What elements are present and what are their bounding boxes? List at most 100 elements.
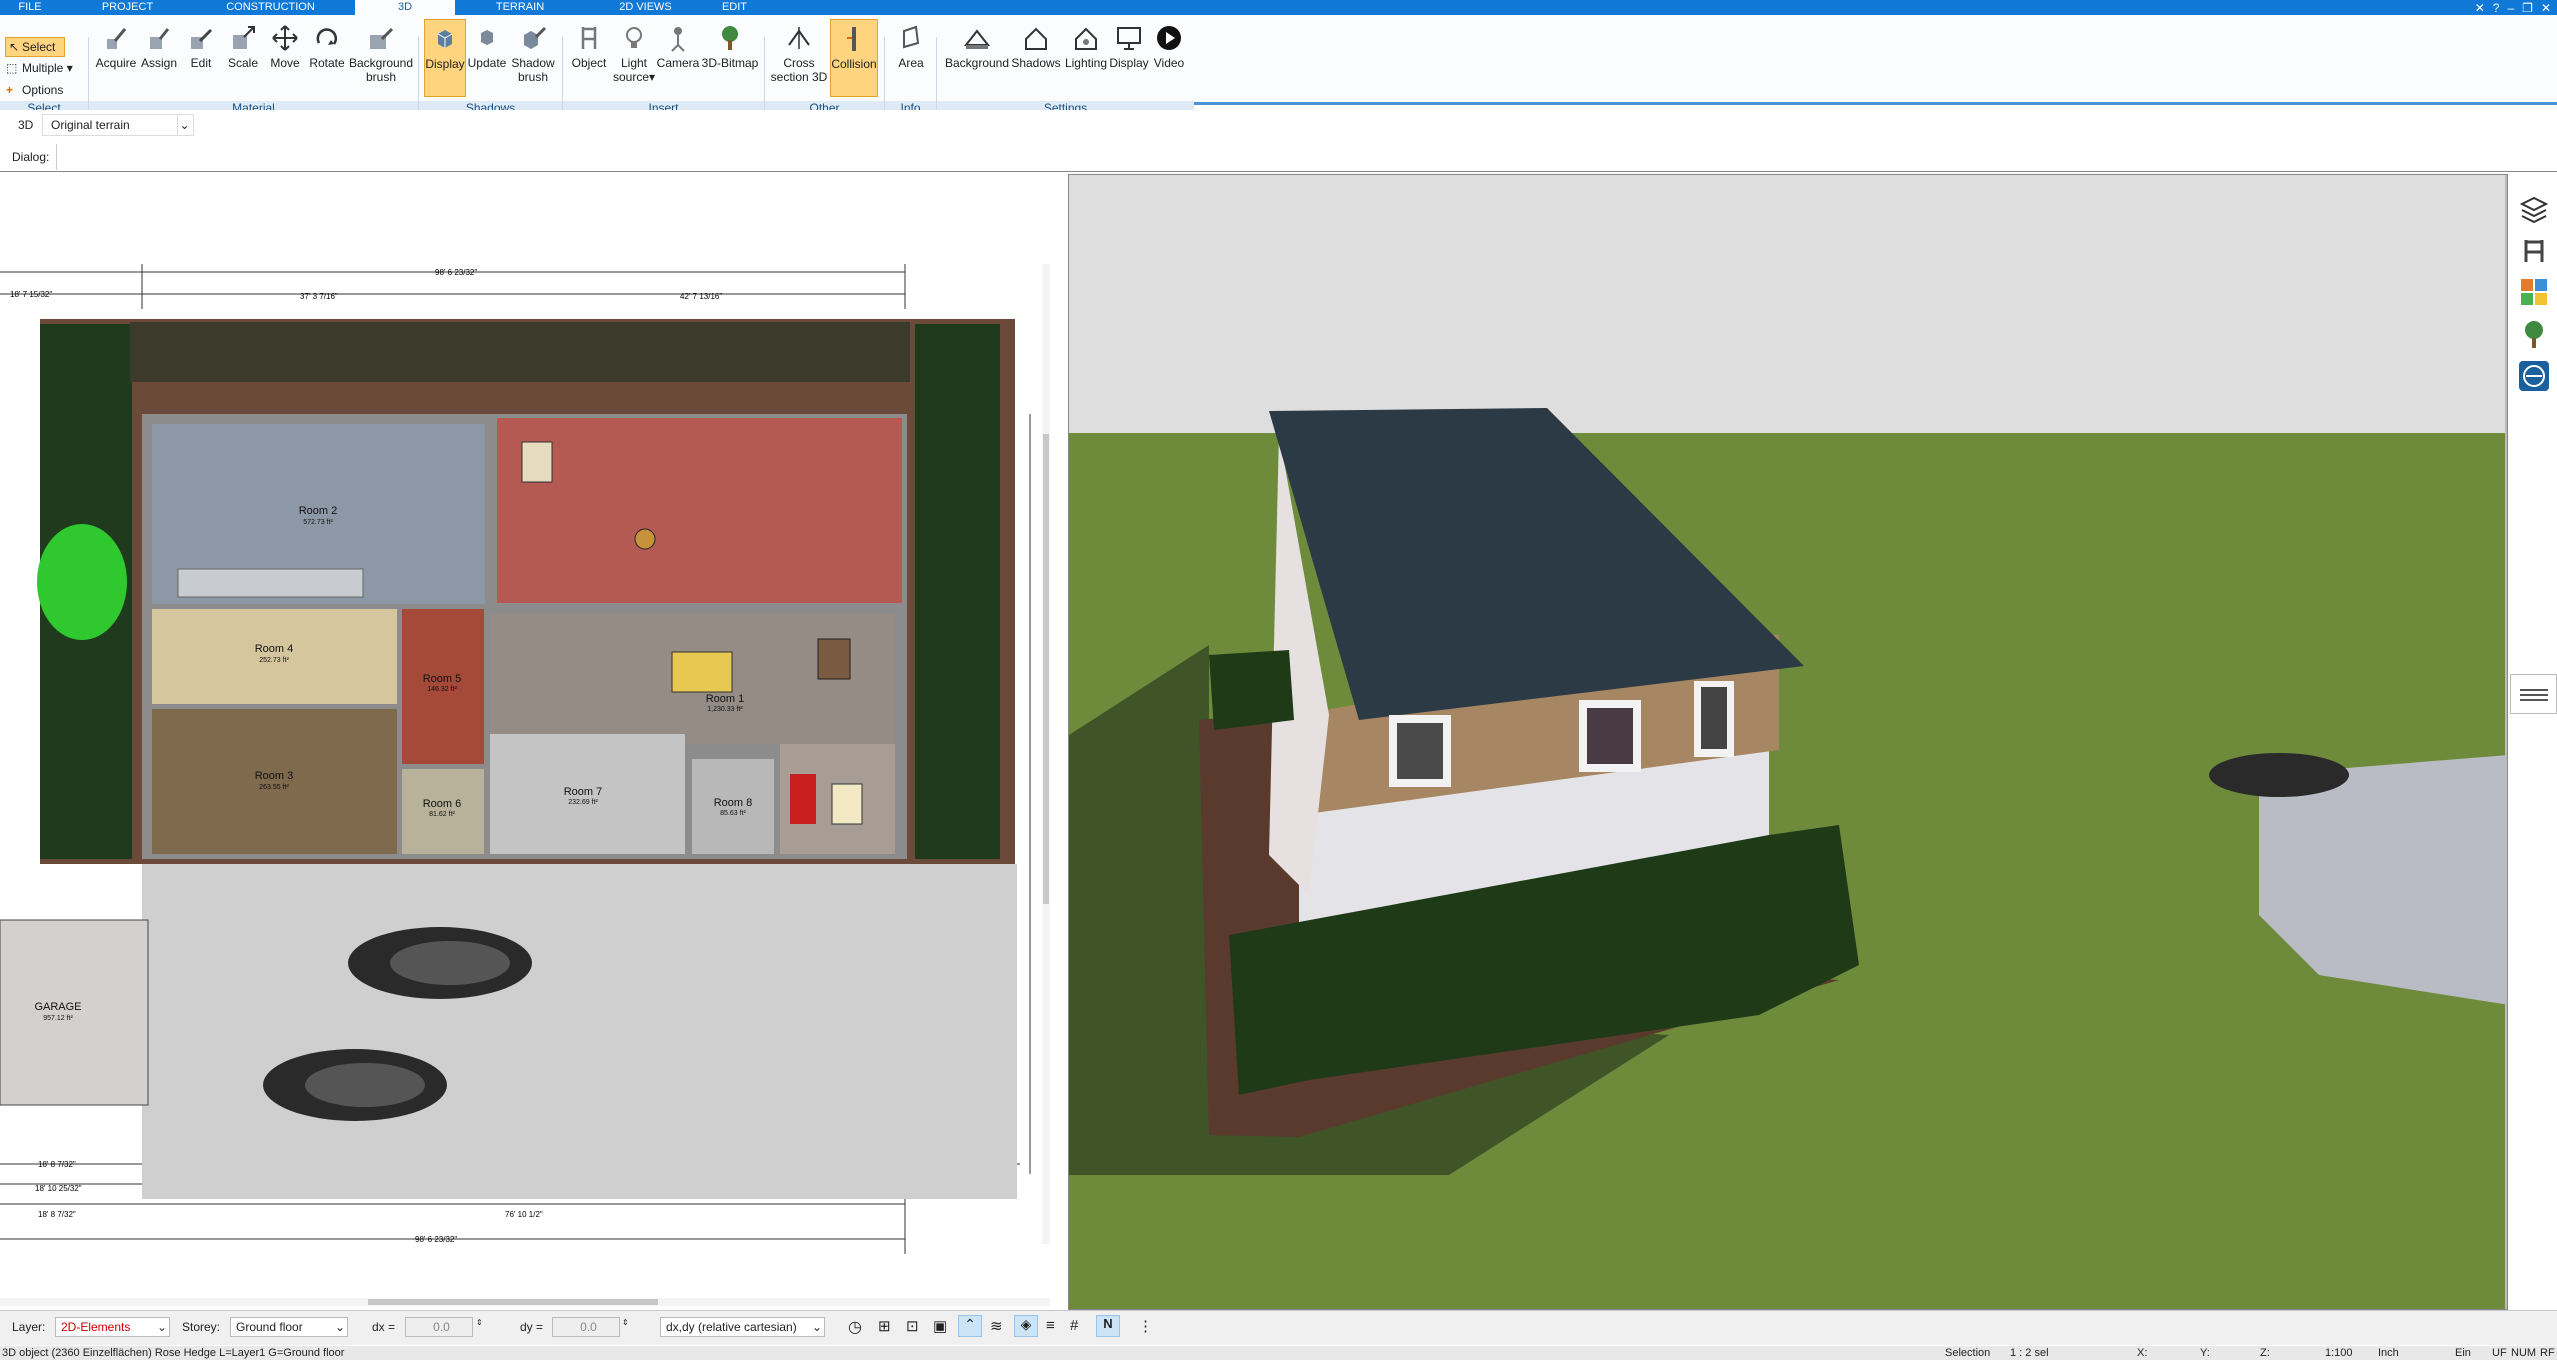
dim-left-1: 18' 8 7/32" [38, 1160, 76, 1169]
quick-tools-icon[interactable]: ✕ [2475, 1, 2485, 15]
list-icon[interactable]: ≡ [1046, 1317, 1055, 1334]
background-brush-button[interactable]: Background brush [348, 19, 414, 97]
hatch-icon[interactable]: ≋ [990, 1317, 1003, 1335]
cross-section-3d-button[interactable]: Cross section 3D [770, 19, 828, 97]
snap-icon[interactable]: ⊡ [906, 1317, 919, 1335]
tab-edit[interactable]: EDIT [712, 0, 757, 15]
uf-indicator: UF [2492, 1347, 2507, 1359]
scale-icon [233, 26, 255, 49]
chevron-down-icon: ⌄ [177, 115, 191, 135]
shadows-settings-button[interactable]: Shadows [1010, 19, 1062, 97]
collision-button[interactable]: Collision [830, 19, 878, 97]
piano[interactable] [817, 638, 851, 680]
staircase[interactable] [177, 568, 364, 598]
dx-input[interactable]: 0.0 [405, 1317, 473, 1337]
more-icon[interactable]: ⋮ [1138, 1317, 1153, 1335]
grid-icon[interactable]: # [1070, 1317, 1078, 1334]
update-shadows-button[interactable]: Update [466, 19, 508, 97]
edit-material-button[interactable]: Edit [180, 19, 222, 97]
multiple-icon: ⬚ [6, 61, 18, 75]
video-button[interactable]: Video [1148, 19, 1190, 97]
area-button[interactable]: Area [890, 19, 932, 97]
furniture-catalog-icon[interactable] [2518, 234, 2550, 266]
display-settings-button[interactable]: Display [1104, 19, 1154, 97]
tab-3d[interactable]: 3D [355, 0, 455, 15]
dining-table[interactable] [634, 528, 656, 550]
cube-icon [481, 30, 493, 45]
terrain-select[interactable]: Original terrain ⌄ [42, 114, 194, 136]
car-3d[interactable] [2209, 753, 2349, 797]
minimize-icon[interactable]: – [2507, 1, 2514, 15]
side-hedge-3d[interactable] [1209, 650, 1294, 730]
connect-icon[interactable] [2518, 360, 2550, 392]
plan-horizontal-scrollbar[interactable] [0, 1298, 1050, 1306]
room6-area: 81.62 ft² [429, 811, 455, 818]
room3-label: Room 3 [255, 770, 294, 782]
red-sofa[interactable] [790, 774, 816, 824]
materials-icon[interactable] [2518, 276, 2550, 308]
3d-view[interactable] [1068, 174, 2508, 1310]
help-icon[interactable]: ? [2493, 1, 2500, 15]
ortho-icon[interactable]: ⊞ [878, 1317, 891, 1335]
close-icon[interactable]: ✕ [2541, 1, 2551, 15]
sky [1069, 175, 2507, 435]
tab-file[interactable]: FILE [10, 0, 50, 15]
kitchen-table[interactable] [671, 651, 733, 693]
driveway [142, 864, 1017, 1199]
north-icon[interactable]: N [1096, 1315, 1120, 1337]
3d-bitmap-button[interactable]: 3D-Bitmap [700, 19, 760, 97]
dy-stepper[interactable]: ⇕ [622, 1318, 629, 1327]
line-tool-icon[interactable]: ⌃ [958, 1315, 982, 1337]
garage-label: GARAGE [34, 1001, 81, 1013]
bucket-icon[interactable]: ▣ [933, 1317, 947, 1335]
room7-label: Room 7 [564, 786, 603, 798]
layers-icon[interactable] [2518, 192, 2550, 224]
light-source-button[interactable]: Light source▾ [612, 19, 656, 97]
top-hedge[interactable] [130, 322, 910, 382]
right-hedge[interactable] [915, 324, 1000, 859]
assign-button[interactable]: Assign [138, 19, 180, 97]
patio-floor[interactable] [497, 418, 902, 603]
car-bottom[interactable] [263, 1049, 447, 1121]
tab-project[interactable]: PROJECT [100, 0, 155, 15]
layer-visibility-icon[interactable]: ◈ [1014, 1315, 1038, 1337]
storey-select[interactable]: Ground floor ⌄ [230, 1317, 348, 1337]
tab-2d-views[interactable]: 2D VIEWS [608, 0, 683, 15]
dim-left-2: 18' 10 25/32" [35, 1184, 82, 1193]
object-button[interactable]: Object [568, 19, 610, 97]
car-top[interactable] [348, 927, 532, 999]
acquire-button[interactable]: Acquire [92, 19, 140, 97]
shadow-brush-button[interactable]: Shadow brush [508, 19, 558, 97]
y-coord-label: Y: [2200, 1347, 2210, 1359]
rf-indicator: RF [2540, 1347, 2555, 1359]
dy-input[interactable]: 0.0 [552, 1317, 620, 1337]
armchair[interactable] [521, 441, 553, 483]
restore-icon[interactable]: ❐ [2522, 1, 2533, 15]
scale-button[interactable]: Scale [222, 19, 264, 97]
clock-icon[interactable]: ◷ [848, 1317, 862, 1337]
cross-section-icon [788, 27, 810, 49]
options-button[interactable]: + Options [6, 83, 63, 97]
shadow-brush-icon [524, 26, 547, 49]
floor-plan-view[interactable]: 98' 6 23/32" 18' 7 15/32" 37' 3 7/16" 42… [0, 174, 1050, 1306]
tab-terrain[interactable]: TERRAIN [485, 0, 555, 15]
panel-toggle-button[interactable] [2510, 674, 2557, 714]
dim-top-mid2: 42' 7 13/16" [680, 292, 722, 301]
coffee-table[interactable] [831, 783, 863, 825]
layer-select[interactable]: 2D-Elements ⌄ [55, 1317, 170, 1337]
selected-hedge-highlight[interactable] [37, 524, 127, 640]
multiple-button[interactable]: ⬚ Multiple ▾ [6, 61, 73, 75]
dim-top-mid1: 37' 3 7/16" [300, 292, 338, 301]
display-shadows-button[interactable]: Display [424, 19, 466, 97]
room2-label: Room 2 [299, 505, 338, 517]
plan-vertical-scrollbar[interactable] [1042, 264, 1050, 1244]
select-button[interactable]: ↖ Select [5, 37, 65, 57]
tab-construction[interactable]: CONSTRUCTION [218, 0, 323, 15]
move-button[interactable]: Move [264, 19, 306, 97]
rotate-button[interactable]: Rotate [306, 19, 348, 97]
background-button[interactable]: Background [942, 19, 1012, 97]
plants-icon[interactable] [2518, 318, 2550, 350]
coordinate-mode-select[interactable]: dx,dy (relative cartesian) ⌄ [660, 1317, 825, 1337]
camera-button[interactable]: Camera [656, 19, 700, 97]
dx-stepper[interactable]: ⇕ [476, 1318, 483, 1327]
